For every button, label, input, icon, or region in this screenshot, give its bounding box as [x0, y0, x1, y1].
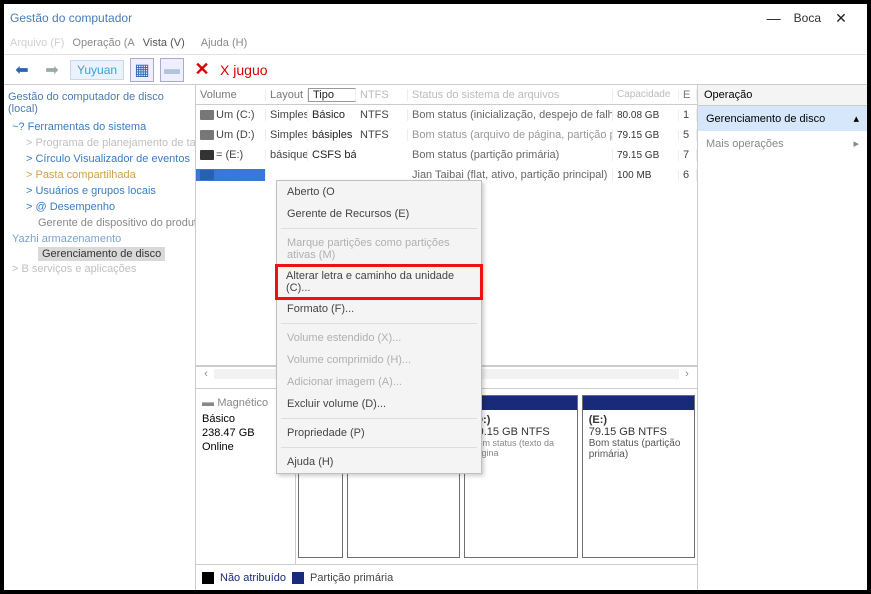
grid-row-e[interactable]: = (E:) básiques CSFS básico Bom status (…	[196, 145, 697, 165]
menubar[interactable]: Arquivo (F) Operação (A Vista (V) Ajuda …	[4, 32, 867, 54]
menu-file[interactable]: Arquivo (F)	[10, 37, 64, 49]
legend-unalloc: Não atribuído	[220, 572, 286, 584]
toolbar-juguo: X juguo	[220, 62, 267, 78]
tree-services[interactable]: > B serviços e aplicações	[8, 261, 191, 277]
tree-sched[interactable]: > Programa de planejamento de tarefas	[8, 135, 191, 151]
legend: Não atribuído Partição primária	[196, 564, 697, 590]
col-cap[interactable]: Capacidade	[613, 89, 679, 100]
tree-perf[interactable]: > @ Desempenho	[8, 199, 191, 215]
app-window: Gestão do computador — Boca ✕ Arquivo (F…	[4, 4, 867, 590]
ctx-compress: Volume comprimido (H)...	[277, 349, 481, 371]
scroll-left-icon[interactable]: ‹	[198, 368, 214, 380]
tree-shared[interactable]: > Pasta compartilhada	[8, 167, 191, 183]
window-title: Gestão do computador	[10, 11, 754, 25]
ctx-properties[interactable]: Propriedade (P)	[277, 422, 481, 444]
tree[interactable]: ~? Ferramentas do sistema > Programa de …	[8, 119, 191, 277]
col-sys[interactable]: NTFS	[356, 89, 408, 101]
grid-row-c[interactable]: Um (C:) Simples Básico NTFS Bom status (…	[196, 105, 697, 125]
tree-users[interactable]: > Usuários e grupos locais	[8, 183, 191, 199]
ctx-markactive: Marque partições como partições ativas (…	[277, 232, 481, 266]
toolbar-icon-1[interactable]: ▦	[130, 58, 154, 82]
boca-label: Boca	[794, 7, 821, 29]
grid-header[interactable]: Volume Layout Tipo NTFS Status do sistem…	[196, 85, 697, 105]
col-free[interactable]: E	[679, 89, 697, 101]
legend-primary: Partição primária	[310, 572, 393, 584]
legend-unalloc-swatch	[202, 572, 214, 584]
tree-tools[interactable]: ~? Ferramentas do sistema	[8, 119, 191, 135]
col-layout[interactable]: Layout	[266, 89, 308, 101]
toolbar-x-icon[interactable]: ✕	[190, 58, 214, 82]
left-header: Gestão do computador de disco (local)	[8, 87, 191, 119]
menu-view[interactable]: Vista (V)	[143, 37, 185, 49]
sidebar-right: Operação Gerenciamento de disco ▴ Mais o…	[697, 85, 867, 590]
right-diskmgmt[interactable]: Gerenciamento de disco ▴	[698, 106, 867, 131]
toolbar-icon-2[interactable]: ▬	[160, 58, 184, 82]
ctx-extend: Volume estendido (X)...	[277, 327, 481, 349]
ctx-help[interactable]: Ajuda (H)	[277, 451, 481, 473]
menu-action[interactable]: Operação (A	[72, 37, 134, 49]
ctx-explorer[interactable]: Gerente de Recursos (E)	[277, 203, 481, 225]
context-menu[interactable]: Aberto (O Gerente de Recursos (E) Marque…	[276, 180, 482, 474]
tree-devmgr[interactable]: Gerente de dispositivo do produto	[8, 215, 191, 231]
part-e[interactable]: (E:)79.15 GB NTFSBom status (partição pr…	[582, 395, 695, 559]
toolbar-yuyuan[interactable]: Yuyuan	[70, 60, 124, 80]
titlebar: Gestão do computador — Boca ✕	[4, 4, 867, 32]
col-status[interactable]: Status do sistema de arquivos	[408, 89, 613, 101]
ctx-change-drive-letter[interactable]: Alterar letra e caminho da unidade (C)..…	[275, 264, 483, 300]
close-button[interactable]: ✕	[821, 7, 861, 29]
ctx-format[interactable]: Formato (F)...	[277, 298, 481, 320]
menu-help[interactable]: Ajuda (H)	[201, 37, 247, 49]
col-type[interactable]: Tipo	[308, 88, 356, 102]
ctx-delete[interactable]: Excluir volume (D)...	[277, 393, 481, 415]
legend-primary-swatch	[292, 572, 304, 584]
tree-diskmgmt[interactable]: Gerenciamento de disco	[38, 247, 165, 261]
ctx-open[interactable]: Aberto (O	[277, 181, 481, 203]
chevron-right-icon[interactable]: ▸	[853, 137, 859, 150]
toolbar: ⬅ ➡ Yuyuan ▦ ▬ ✕ X juguo	[4, 54, 867, 84]
collapse-icon[interactable]: ▴	[853, 112, 859, 125]
col-volume[interactable]: Volume	[196, 89, 266, 101]
scroll-right-icon[interactable]: ›	[679, 368, 695, 380]
tree-storage[interactable]: Yazhi armazenamento	[8, 231, 191, 247]
grid-row-d[interactable]: Um (D:) Simples básiples NTFS Bom status…	[196, 125, 697, 145]
ctx-addmirror: Adicionar imagem (A)...	[277, 371, 481, 393]
right-header: Operação	[698, 85, 867, 106]
tree-event[interactable]: > Círculo Visualizador de eventos	[8, 151, 191, 167]
sidebar-left: Gestão do computador de disco (local) ~?…	[4, 85, 196, 590]
forward-icon[interactable]: ➡	[40, 58, 64, 82]
back-icon[interactable]: ⬅	[10, 58, 34, 82]
minimize-button[interactable]: —	[754, 7, 794, 29]
right-more[interactable]: Mais operações ▸	[698, 131, 867, 156]
